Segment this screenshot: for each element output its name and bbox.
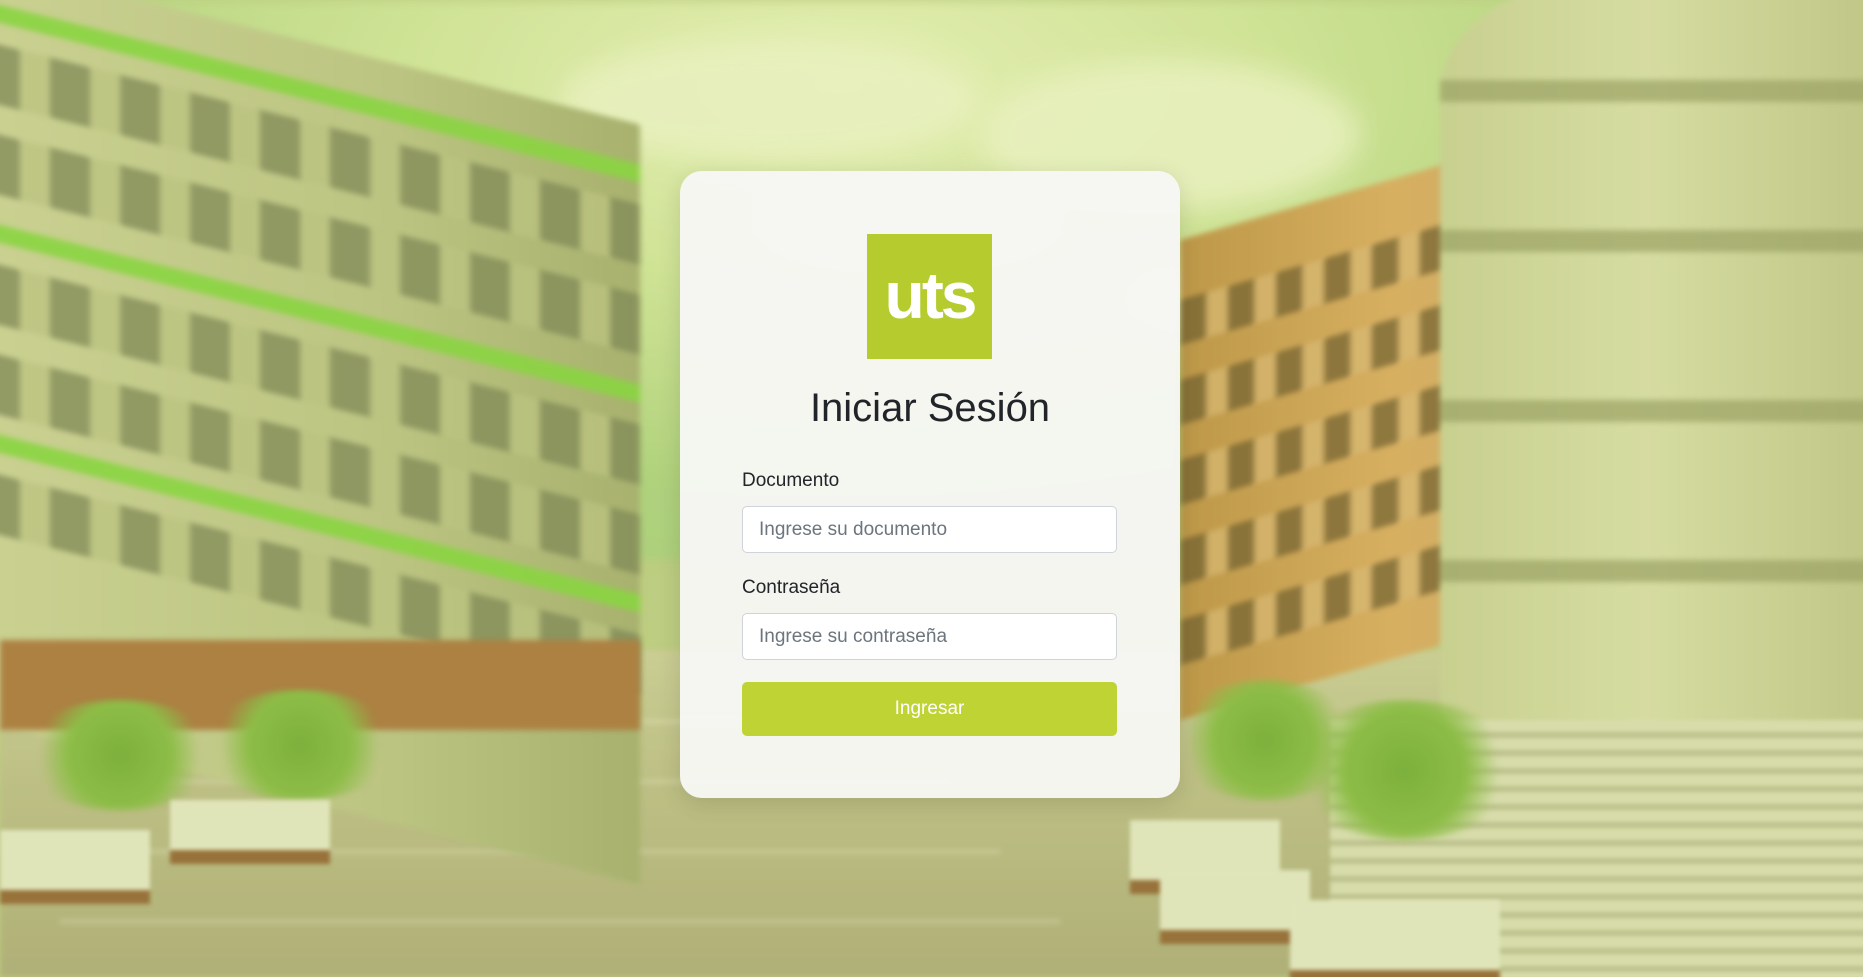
uts-logo-text: uts [884, 257, 978, 332]
uts-logo: uts [867, 234, 992, 359]
document-input[interactable] [742, 506, 1117, 553]
login-title: Iniciar Sesión [809, 386, 1051, 430]
document-label: Documento [742, 470, 840, 491]
password-input[interactable] [742, 613, 1117, 660]
password-label: Contraseña [742, 577, 841, 598]
login-page: uts Iniciar Sesión Documento Contraseña … [0, 0, 1863, 977]
login-card: uts Iniciar Sesión Documento Contraseña … [680, 171, 1180, 798]
login-button[interactable]: Ingresar [742, 682, 1117, 736]
